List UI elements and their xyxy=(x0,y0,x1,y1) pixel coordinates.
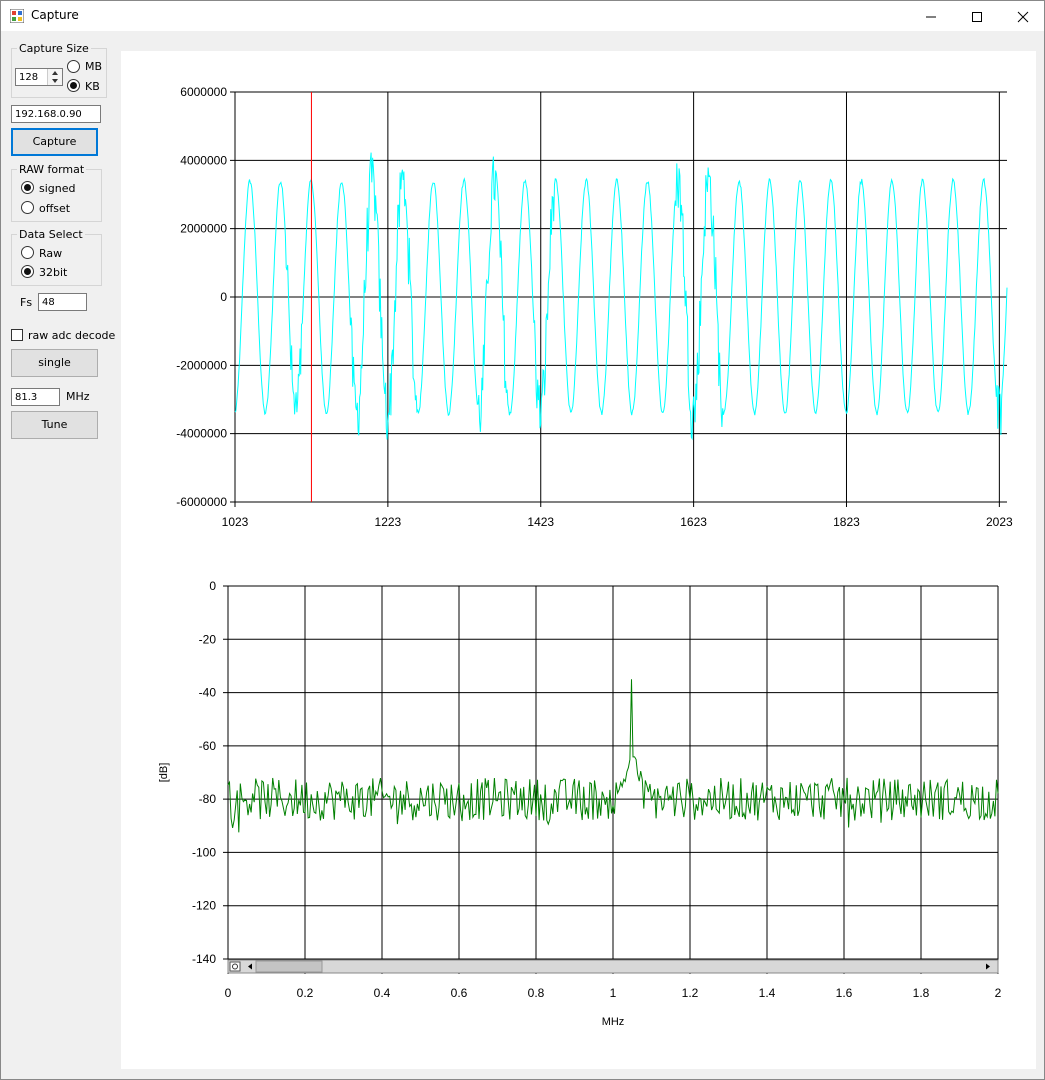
x-tick-label: 1623 xyxy=(680,515,707,529)
minimize-icon xyxy=(926,16,936,17)
y-tick-label: 0 xyxy=(220,290,227,304)
raw-format-label: RAW format xyxy=(17,163,87,176)
y-tick-label: -6000000 xyxy=(176,495,227,509)
y-tick-label: -40 xyxy=(199,686,217,700)
chart-panel: 6000000 4000000 2000000 0 -2000000 -4000000 -6… xyxy=(121,51,1036,1069)
x-tick-label: 2023 xyxy=(986,515,1013,529)
y-tick-label: -4000000 xyxy=(176,427,227,441)
ip-address-input[interactable] xyxy=(11,105,101,123)
x-tick-label: 0.8 xyxy=(528,986,545,1000)
single-button[interactable]: single xyxy=(11,349,98,377)
raw-adc-decode-checkbox[interactable] xyxy=(11,329,23,341)
time-domain-chart: 6000000 4000000 2000000 0 -2000000 -4000000 -6… xyxy=(176,85,1013,529)
x-scrollbar[interactable] xyxy=(227,959,999,974)
window-title: Capture xyxy=(31,8,79,22)
mb-radio[interactable] xyxy=(67,60,80,73)
kb-radio[interactable] xyxy=(67,79,80,92)
y-tick-label: -80 xyxy=(199,792,217,806)
spectrum-chart: 0 -20 -40 -60 -80 -100 -120 -140 0 0.2 0.4 0.6 0.8 1 1… xyxy=(158,579,1002,1028)
close-icon xyxy=(1017,11,1029,22)
capture-button[interactable]: Capture xyxy=(11,128,98,156)
x-tick-label: 1.2 xyxy=(682,986,699,1000)
x-tick-label: 1223 xyxy=(375,515,402,529)
x-tick-label: 1.4 xyxy=(759,986,776,1000)
y-tick-label: -20 xyxy=(199,632,217,646)
close-button[interactable] xyxy=(1000,1,1045,31)
x-tick-label: 0.6 xyxy=(451,986,468,1000)
tune-button[interactable]: Tune xyxy=(11,411,98,439)
frequency-unit: MHz xyxy=(66,390,90,403)
scrollbar-track xyxy=(227,959,999,974)
y-tick-label: 4000000 xyxy=(180,153,227,167)
kb-label: KB xyxy=(85,80,100,93)
x-axis-label: MHz xyxy=(602,1016,625,1028)
y-tick-label: 6000000 xyxy=(180,85,227,99)
mb-label: MB xyxy=(85,60,103,73)
x-tick-label: 1023 xyxy=(222,515,249,529)
zoom-reset-icon xyxy=(229,961,241,972)
signed-radio[interactable] xyxy=(21,181,34,194)
x-tick-label: 0.2 xyxy=(297,986,314,1000)
spin-down-icon xyxy=(52,79,58,83)
y-tick-label: 0 xyxy=(209,579,216,593)
app-icon xyxy=(10,9,24,23)
y-tick-label: -2000000 xyxy=(176,358,227,372)
frequency-input[interactable] xyxy=(11,388,60,406)
32bit-label: 32bit xyxy=(39,266,68,279)
x-tick-label: 1823 xyxy=(833,515,860,529)
fs-input[interactable] xyxy=(38,293,87,311)
x-tick-label: 1423 xyxy=(527,515,554,529)
x-tick-label: 0 xyxy=(225,986,232,1000)
x-tick-label: 1.8 xyxy=(913,986,930,1000)
scrollbar-thumb xyxy=(255,960,323,973)
title-bar: Capture xyxy=(1,1,1044,31)
raw-adc-decode-label: raw adc decode xyxy=(28,329,116,342)
32bit-radio[interactable] xyxy=(21,265,34,278)
minimize-button[interactable] xyxy=(908,1,954,31)
capture-size-label: Capture Size xyxy=(17,42,91,55)
raw-radio[interactable] xyxy=(21,246,34,259)
y-tick-label: -140 xyxy=(192,952,216,966)
offset-label: offset xyxy=(39,202,71,215)
y-tick-label: -100 xyxy=(192,845,216,859)
capture-window: Capture Capture Size MB KB Capture RAW f… xyxy=(0,0,1045,1080)
data-select-label: Data Select xyxy=(17,228,85,241)
signed-label: signed xyxy=(39,182,76,195)
fs-label: Fs xyxy=(20,296,33,309)
spin-up-icon xyxy=(52,71,58,75)
x-tick-label: 0.4 xyxy=(374,986,391,1000)
y-tick-label: -60 xyxy=(199,739,217,753)
maximize-icon xyxy=(972,11,982,22)
y-axis-label: [dB] xyxy=(158,763,170,783)
x-tick-label: 2 xyxy=(995,986,1002,1000)
y-tick-label: -120 xyxy=(192,899,216,913)
maximize-button[interactable] xyxy=(954,1,1000,31)
offset-radio[interactable] xyxy=(21,201,34,214)
y-tick-label: 2000000 xyxy=(180,222,227,236)
capture-size-spinner[interactable] xyxy=(47,69,62,85)
signal-series-line xyxy=(234,152,1008,441)
raw-label: Raw xyxy=(39,247,63,260)
x-tick-label: 1 xyxy=(610,986,617,1000)
x-tick-label: 1.6 xyxy=(836,986,853,1000)
